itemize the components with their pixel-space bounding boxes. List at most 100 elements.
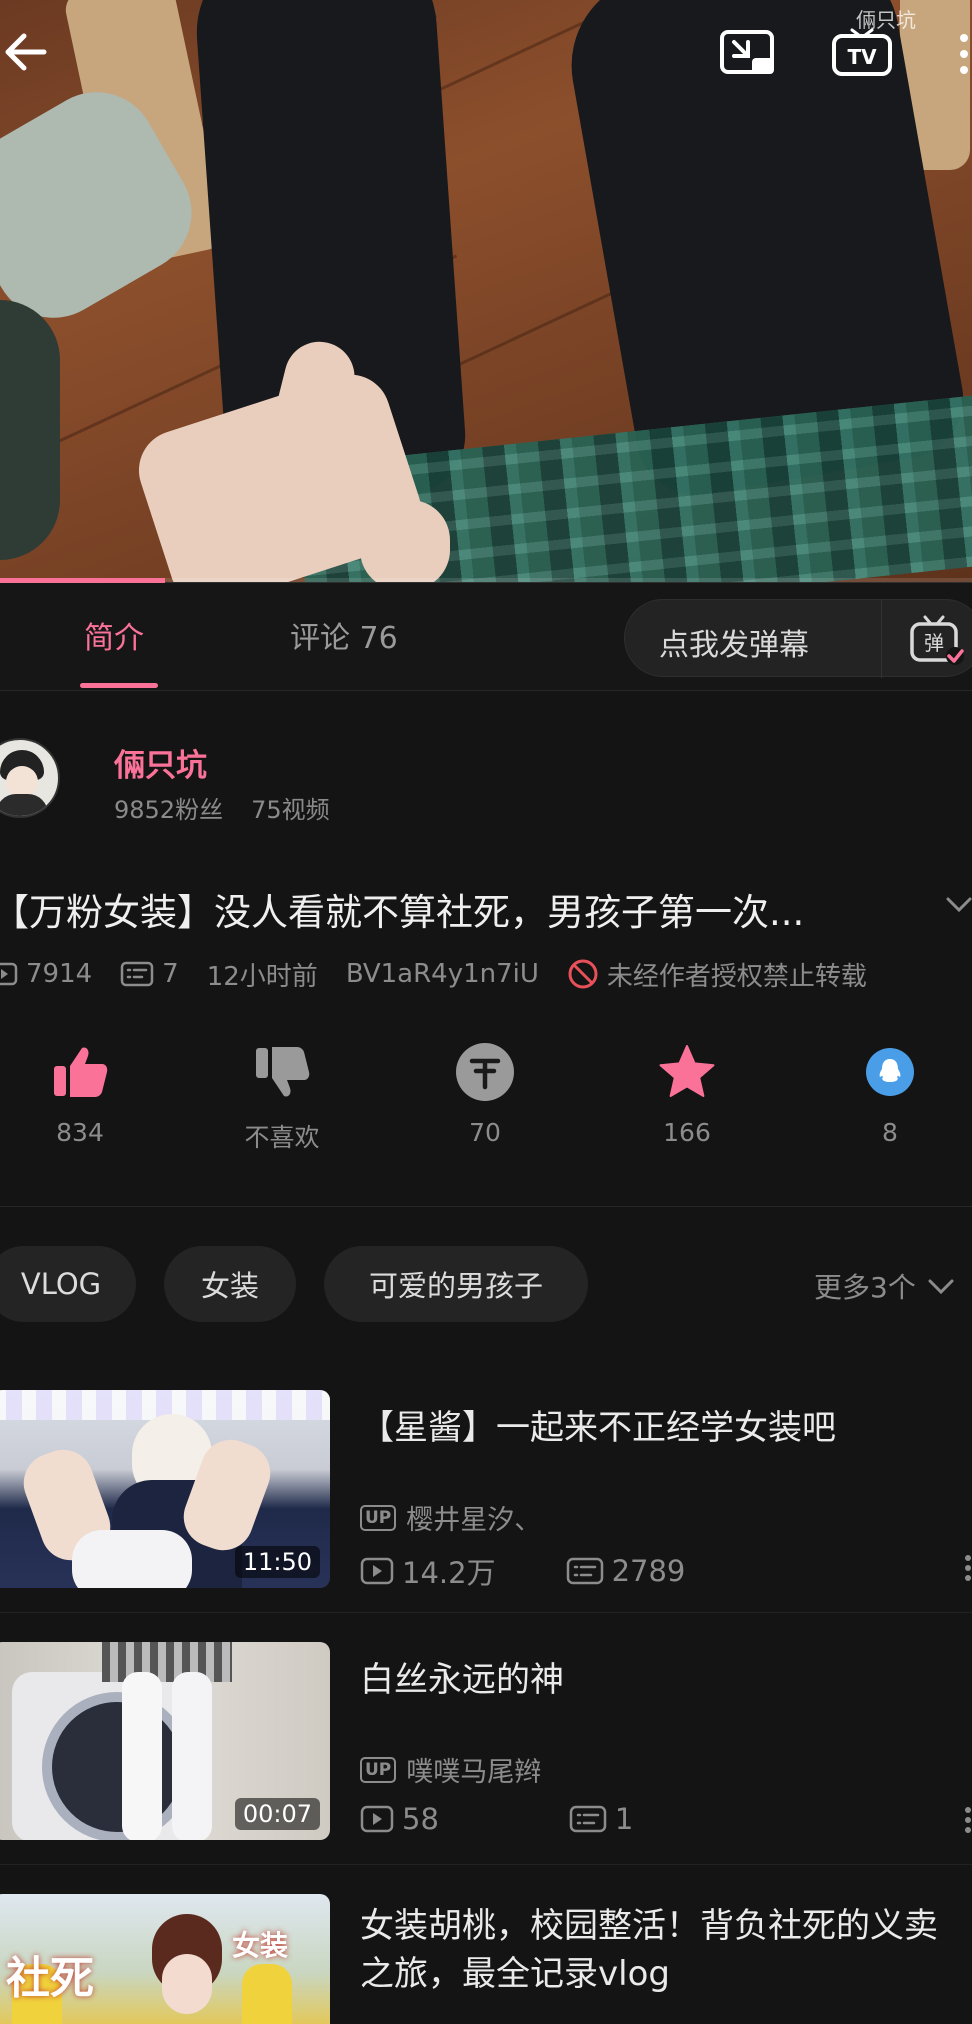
star-icon [659,1045,715,1097]
more-vertical-icon [965,1555,971,1581]
uploader-followers: 9852粉丝 [114,796,224,824]
coin-count: 70 [469,1118,501,1147]
uploader-avatar[interactable] [0,738,60,818]
share-count: 8 [882,1118,898,1147]
arrow-left-icon [5,33,47,71]
video-duration: 00:07 [234,1798,320,1830]
tab-intro[interactable]: 简介 [84,613,144,657]
uploader-name[interactable]: 倆只坑 [114,740,207,785]
section-divider [0,1206,972,1207]
related-stats: 14.2万 2789 [360,1550,685,1592]
svg-text:TV: TV [847,45,877,69]
tag-item[interactable]: 女装 [164,1246,296,1322]
danmaku-separator [881,600,882,678]
related-author: UP 樱井星汐、 [360,1498,541,1537]
tag-list: VLOG 女装 可爱的男孩子 更多3个 [0,1246,972,1324]
related-views-value: 14.2万 [402,1556,496,1590]
favorite-button[interactable]: 166 [627,1040,747,1147]
danmaku-placeholder: 点我发弹幕 [659,628,809,663]
like-button[interactable]: 834 [20,1040,140,1147]
chevron-down-icon [946,897,972,913]
back-button[interactable] [0,26,52,78]
related-more-button[interactable] [962,1802,972,1838]
danmaku-icon: 弹 [910,615,964,665]
related-title: 白丝永远的神 [360,1660,564,1700]
tag-item[interactable]: 可爱的男孩子 [324,1246,588,1322]
related-more-button[interactable] [962,1550,972,1586]
tab-comments[interactable]: 评论 76 [290,613,398,657]
uploader-video-count: 75视频 [251,796,330,824]
video-player[interactable]: 倆只坑 TV [0,0,972,582]
danmaku-count-icon [569,1805,607,1833]
share-button[interactable]: 8 [830,1040,950,1147]
danmaku-count: 7 [120,959,179,989]
play-count-icon [0,962,18,986]
related-thumbnail[interactable]: 社死 女装 [0,1894,330,2024]
dislike-label: 不喜欢 [244,1123,320,1152]
favorite-count: 166 [663,1118,711,1147]
no-repost-text: 未经作者授权禁止转载 [606,961,867,992]
related-views: 58 [360,1802,439,1836]
more-options-button[interactable] [954,24,972,84]
related-thumbnail[interactable]: 00:07 [0,1642,330,1840]
up-badge: UP [360,1756,397,1783]
thumbs-up-icon [54,1047,108,1097]
danmaku-input-pill[interactable]: 点我发弹幕 弹 [624,599,972,678]
coin-icon [456,1043,514,1101]
tag-item[interactable]: VLOG [0,1246,136,1322]
picture-in-picture-icon [720,30,774,74]
more-vertical-icon [960,34,968,74]
play-count: 7914 [0,959,92,989]
qq-share-icon [866,1048,914,1096]
detail-tabs: 简介 评论 76 点我发弹幕 弹 [0,583,972,691]
related-thumbnail[interactable]: 11:50 [0,1390,330,1588]
related-danmaku-value: 1 [614,1802,634,1836]
bvid[interactable]: BV1aR4y1n7iU [346,959,539,989]
tv-icon: TV [832,28,892,76]
video-duration: 11:50 [234,1546,320,1578]
related-danmaku: 2789 [566,1554,686,1588]
danmaku-count-value: 7 [162,959,179,989]
danmaku-toggle-button[interactable]: 弹 [909,614,964,665]
more-tags-button[interactable]: 更多3个 [814,1266,956,1306]
coin-button[interactable]: 70 [425,1040,545,1147]
related-video-card[interactable]: 00:07 白丝永远的神 UP 噗噗马尾辫 58 1 [0,1642,972,1892]
related-video-card[interactable]: 11:50 【星酱】一起来不正经学女装吧 UP 樱井星汐、 14.2万 2789 [0,1390,972,1640]
more-tags-label: 更多3个 [814,1271,916,1304]
related-stats: 58 1 [360,1802,633,1836]
play-count-icon [360,1557,394,1585]
up-badge: UP [360,1504,397,1531]
action-bar: 834 不喜欢 70 166 8 [0,1040,972,1152]
video-meta-row: 7914 7 12小时前 BV1aR4y1n7iU 未经作者授权禁止转载 [0,954,895,994]
video-title[interactable]: 【万粉女装】没人看就不算社死，男孩子第一次... [0,882,932,936]
related-author-name: 樱井星汐、 [406,1505,542,1536]
danmaku-count-icon [566,1557,603,1585]
related-views: 14.2万 [360,1550,496,1592]
list-separator [0,1612,972,1613]
thumbnail-caption: 女装 [232,1929,289,1962]
danmaku-icon-label: 弹 [924,631,944,655]
related-views-value: 58 [402,1802,439,1836]
thumbnail-caption: 社死 [6,1953,94,2004]
more-vertical-icon [965,1807,971,1833]
uploader-stats: 9852粉丝 75视频 [114,790,330,825]
related-title: 【星酱】一起来不正经学女装吧 [360,1408,836,1448]
related-danmaku-value: 2789 [611,1554,686,1588]
tv-cast-button[interactable]: TV [830,28,894,80]
dislike-button[interactable]: 不喜欢 [222,1040,342,1154]
related-author: UP 噗噗马尾辫 [360,1750,541,1789]
related-title: 女装胡桃，校园整活！背负社死的义卖之旅，最全记录vlog [360,1906,938,1994]
related-author-name: 噗噗马尾辫 [406,1757,542,1788]
mini-window-button[interactable] [718,28,778,80]
thumbs-down-icon [256,1047,310,1097]
like-count: 834 [56,1118,104,1147]
play-count-icon [360,1805,394,1833]
expand-description-button[interactable] [946,892,972,916]
danmaku-count-icon [120,961,154,987]
no-repost-notice: 未经作者授权禁止转载 [567,956,867,993]
chevron-down-icon [928,1279,954,1295]
forbidden-icon [568,959,598,989]
related-video-card[interactable]: 社死 女装 女装胡桃，校园整活！背负社死的义卖之旅，最全记录vlog [0,1894,972,2024]
active-tab-indicator [80,683,158,688]
related-danmaku: 1 [569,1802,633,1836]
